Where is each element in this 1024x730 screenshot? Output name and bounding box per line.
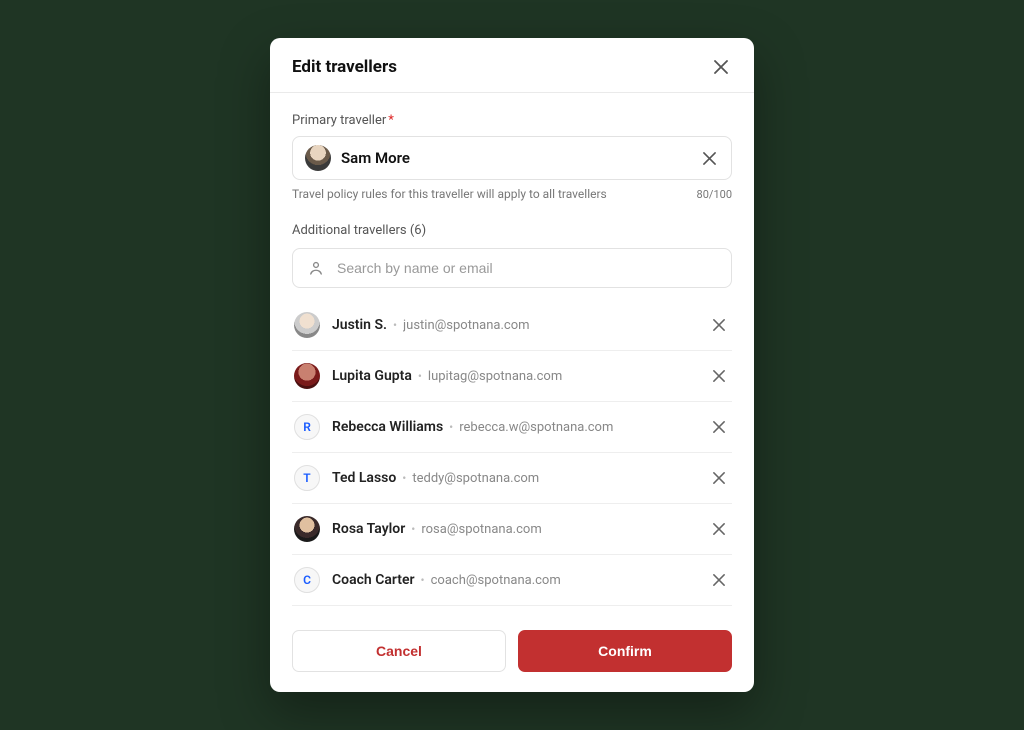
primary-traveller-label: Primary traveller* [292, 113, 732, 128]
char-counter: 80/100 [697, 188, 732, 201]
separator-dot: • [418, 369, 422, 383]
list-item-info: Ted Lasso • teddy@spotnana.com [332, 470, 696, 486]
traveller-name: Rebecca Williams [332, 419, 443, 435]
avatar [305, 145, 331, 171]
remove-traveller-button[interactable] [708, 365, 730, 387]
avatar: R [294, 414, 320, 440]
list-item: T Ted Lasso • teddy@spotnana.com [292, 453, 732, 504]
required-asterisk: * [388, 113, 394, 128]
additional-travellers-list: Justin S. • justin@spotnana.com Lupita Gupt… [292, 300, 732, 606]
separator-dot: • [421, 573, 425, 587]
close-icon [713, 523, 725, 535]
avatar [294, 312, 320, 338]
traveller-name: Lupita Gupta [332, 368, 412, 384]
separator-dot: • [402, 471, 406, 485]
avatar [294, 516, 320, 542]
close-button[interactable] [710, 56, 732, 78]
primary-helper-text: Travel policy rules for this traveller w… [292, 187, 607, 201]
list-item: R Rebecca Williams • rebecca.w@spotnana.com [292, 402, 732, 453]
modal-footer: Cancel Confirm [270, 614, 754, 692]
traveller-email: rebecca.w@spotnana.com [459, 420, 613, 435]
traveller-name: Justin S. [332, 317, 387, 333]
close-icon [713, 472, 725, 484]
close-icon [714, 60, 728, 74]
separator-dot: • [411, 522, 415, 536]
close-icon [713, 421, 725, 433]
close-icon [713, 370, 725, 382]
additional-travellers-label: Additional travellers (6) [292, 223, 732, 238]
list-item-info: Justin S. • justin@spotnana.com [332, 317, 696, 333]
remove-traveller-button[interactable] [708, 569, 730, 591]
cancel-button[interactable]: Cancel [292, 630, 506, 672]
remove-traveller-button[interactable] [708, 467, 730, 489]
traveller-email: teddy@spotnana.com [412, 471, 539, 486]
list-item: C Coach Carter • coach@spotnana.com [292, 555, 732, 606]
list-item-info: Rosa Taylor • rosa@spotnana.com [332, 521, 696, 537]
close-icon [713, 574, 725, 586]
list-item: Lupita Gupta • lupitag@spotnana.com [292, 351, 732, 402]
person-icon [307, 259, 325, 277]
primary-traveller-field[interactable]: Sam More [292, 136, 732, 180]
remove-traveller-button[interactable] [708, 416, 730, 438]
search-input[interactable] [337, 260, 717, 276]
list-item-info: Lupita Gupta • lupitag@spotnana.com [332, 368, 696, 384]
modal-body: Primary traveller* Sam More Travel polic… [270, 93, 754, 614]
avatar: C [294, 567, 320, 593]
list-item-info: Rebecca Williams • rebecca.w@spotnana.com [332, 419, 696, 435]
primary-traveller-name: Sam More [341, 149, 689, 167]
search-box[interactable] [292, 248, 732, 288]
modal-header: Edit travellers [270, 38, 754, 93]
traveller-email: rosa@spotnana.com [421, 522, 541, 537]
traveller-email: coach@spotnana.com [431, 573, 561, 588]
close-icon [703, 152, 716, 165]
traveller-email: justin@spotnana.com [403, 318, 529, 333]
list-item: Rosa Taylor • rosa@spotnana.com [292, 504, 732, 555]
clear-primary-button[interactable] [699, 148, 719, 168]
remove-traveller-button[interactable] [708, 518, 730, 540]
close-icon [713, 319, 725, 331]
list-item: Justin S. • justin@spotnana.com [292, 300, 732, 351]
primary-helper-row: Travel policy rules for this traveller w… [292, 187, 732, 201]
remove-traveller-button[interactable] [708, 314, 730, 336]
edit-travellers-modal: Edit travellers Primary traveller* Sam M… [270, 38, 754, 692]
confirm-button[interactable]: Confirm [518, 630, 732, 672]
separator-dot: • [393, 318, 397, 332]
avatar [294, 363, 320, 389]
modal-title: Edit travellers [292, 57, 397, 77]
traveller-name: Rosa Taylor [332, 521, 405, 537]
traveller-email: lupitag@spotnana.com [428, 369, 562, 384]
avatar: T [294, 465, 320, 491]
separator-dot: • [449, 420, 453, 434]
traveller-name: Ted Lasso [332, 470, 396, 486]
list-item-info: Coach Carter • coach@spotnana.com [332, 572, 696, 588]
traveller-name: Coach Carter [332, 572, 415, 588]
